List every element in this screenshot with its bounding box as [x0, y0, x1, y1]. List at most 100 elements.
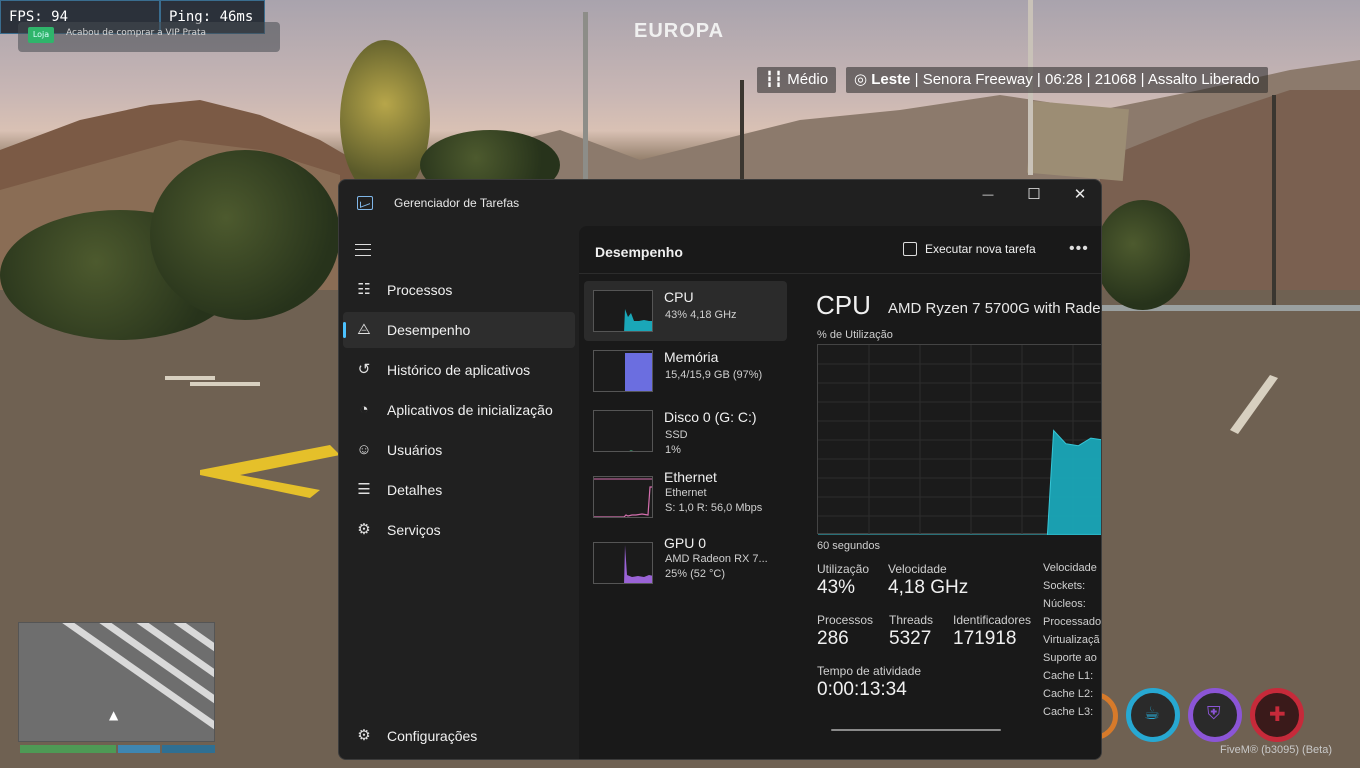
health-ring: ✚	[1250, 688, 1304, 742]
resource-item-cpu[interactable]: CPU 43% 4,18 GHz	[584, 281, 787, 341]
health-cross-icon: ✚	[1269, 702, 1286, 726]
stat-utilization-label: Utilização	[817, 562, 870, 576]
sidebar: ☷ Processos ⨺ Desempenho ↺ Histórico de …	[339, 226, 579, 759]
stat-speed-value: 4,18 GHz	[888, 577, 969, 598]
location-bar: ◎ Leste | Senora Freeway | 06:28 | 21068…	[846, 67, 1268, 93]
sidebar-item-label: Processos	[387, 282, 453, 298]
resource-detail: S: 1,0 R: 56,0 Mbps	[665, 502, 763, 514]
window-title: Gerenciador de Tarefas	[394, 196, 520, 210]
performance-icon: ⨺	[357, 321, 371, 338]
sidebar-item-detalhes[interactable]: ☰ Detalhes	[343, 472, 575, 508]
client-version: FiveM® (b3095) (Beta)	[1219, 744, 1332, 756]
main-panel: Desempenho Executar nova tarefa ••• CPU …	[579, 226, 1101, 759]
ethernet-thumbnail-graph	[593, 476, 653, 518]
startup-icon: ◔	[359, 401, 369, 418]
sidebar-item-desempenho[interactable]: ⨺ Desempenho	[343, 312, 575, 348]
spec-label: Cache L3:	[1043, 706, 1094, 718]
spec-label: Cache L2:	[1043, 688, 1094, 700]
spec-label: Velocidade	[1043, 562, 1097, 574]
detail-title: CPU	[816, 290, 871, 320]
stat-handles-label: Identificadores	[953, 613, 1032, 627]
sidebar-item-label: Desempenho	[387, 322, 471, 338]
memory-thumbnail-graph	[593, 350, 653, 392]
resource-item-memoria[interactable]: Memória 15,4/15,9 GB (97%)	[584, 341, 787, 401]
horizontal-scrollbar[interactable]	[831, 729, 1001, 731]
task-manager-window[interactable]: Gerenciador de Tarefas — ☐ ✕ ☷ Processos…	[338, 179, 1102, 760]
sidebar-item-label: Histórico de aplicativos	[387, 362, 531, 378]
armor-bar	[118, 745, 160, 753]
resource-detail: Ethernet	[665, 487, 707, 499]
sidebar-item-inicializacao[interactable]: ◔ Aplicativos de inicialização	[343, 392, 575, 428]
server-logo: EUROPA	[634, 20, 725, 42]
disk-thumbnail-graph	[593, 410, 653, 452]
tree-background	[1095, 200, 1190, 310]
minimize-button[interactable]: —	[965, 180, 1011, 210]
stat-uptime-label: Tempo de atividade	[817, 664, 922, 678]
voice-level: Médio	[787, 71, 829, 88]
cpu-model-name: AMD Ryzen 7 5700G with Radeon Graphics	[888, 300, 1101, 317]
services-icon: ⚙	[357, 521, 371, 538]
users-icon: ☺	[356, 441, 372, 458]
resource-detail: 43% 4,18 GHz	[665, 309, 737, 321]
sidebar-item-label: Usuários	[387, 442, 443, 458]
stat-speed-label: Velocidade	[888, 562, 947, 576]
hamburger-menu-icon[interactable]	[355, 244, 371, 256]
sidebar-item-usuarios[interactable]: ☺ Usuários	[343, 432, 575, 468]
title-bar[interactable]: Gerenciador de Tarefas — ☐ ✕	[339, 180, 1101, 226]
spec-label: Núcleos:	[1043, 598, 1086, 610]
utilization-axis-label: % de Utilização	[817, 329, 893, 341]
stat-threads-value: 5327	[889, 628, 932, 649]
audio-wave-icon: ┇┇	[765, 71, 784, 88]
spec-label: Virtualizaçã	[1043, 634, 1100, 646]
cpu-detail-pane: CPU AMD Ryzen 7 5700G with Radeon Graphi…	[801, 274, 1101, 759]
location-direction: Leste	[871, 71, 911, 88]
details-icon: ☰	[357, 481, 371, 498]
spec-label: Suporte ao	[1043, 652, 1097, 664]
close-button[interactable]: ✕	[1057, 180, 1101, 210]
maximize-button[interactable]: ☐	[1011, 180, 1057, 210]
shield-icon: ⛨	[1207, 703, 1221, 724]
cpu-usage-area	[818, 429, 1101, 536]
resource-detail: 1%	[665, 444, 681, 456]
stat-processes-value: 286	[817, 628, 849, 649]
resource-detail: AMD Radeon RX 7...	[665, 553, 768, 565]
sidebar-item-label: Aplicativos de inicialização	[387, 402, 553, 418]
resource-name: GPU 0	[664, 535, 707, 551]
stress-ring: ⛨	[1188, 688, 1242, 742]
resource-detail: 15,4/15,9 GB (97%)	[665, 369, 763, 381]
tree-background	[150, 150, 340, 320]
status-bars	[20, 745, 215, 753]
voice-indicator: ┇┇ Médio	[757, 67, 837, 93]
more-options-button[interactable]: •••	[1069, 240, 1089, 258]
sidebar-item-servicos[interactable]: ⚙ Serviços	[343, 512, 575, 548]
resource-item-disco[interactable]: Disco 0 (G: C:) SSD 1%	[584, 401, 787, 461]
stat-handles-value: 171918	[953, 628, 1017, 649]
sidebar-item-configuracoes[interactable]: ⚙ Configurações	[343, 718, 575, 754]
tree-background	[340, 40, 430, 200]
store-notification: Loja Acabou de comprar a VIP Prata	[18, 22, 280, 52]
history-icon: ↺	[357, 361, 371, 378]
sidebar-item-historico[interactable]: ↺ Histórico de aplicativos	[343, 352, 575, 388]
notification-tag: Loja	[28, 27, 54, 43]
sidebar-item-label: Serviços	[387, 522, 441, 538]
resource-detail: 25% (52 °C)	[665, 568, 726, 580]
resource-item-gpu[interactable]: GPU 0 AMD Radeon RX 7... 25% (52 °C)	[584, 533, 787, 593]
stamina-bar	[162, 745, 215, 753]
resource-name: CPU	[664, 289, 694, 305]
task-manager-icon	[357, 196, 373, 210]
stat-utilization-value: 43%	[817, 577, 856, 598]
resource-name: Memória	[664, 349, 719, 365]
time-axis-label: 60 segundos	[817, 540, 880, 552]
thirst-ring: ☕	[1126, 688, 1180, 742]
notification-text: Acabou de comprar a VIP Prata	[66, 28, 207, 38]
resource-item-ethernet[interactable]: Ethernet Ethernet S: 1,0 R: 56,0 Mbps	[584, 467, 787, 527]
new-task-icon	[903, 242, 917, 256]
cpu-thumbnail-graph	[593, 290, 653, 332]
minimap: ▲	[18, 622, 215, 742]
stat-threads-label: Threads	[889, 613, 934, 627]
run-new-task-button[interactable]: Executar nova tarefa	[903, 242, 1036, 256]
stat-uptime-value: 0:00:13:34	[817, 679, 907, 700]
grid-icon: ☷	[357, 281, 371, 298]
resource-name: Disco 0 (G: C:)	[664, 409, 757, 425]
sidebar-item-processos[interactable]: ☷ Processos	[343, 272, 575, 308]
